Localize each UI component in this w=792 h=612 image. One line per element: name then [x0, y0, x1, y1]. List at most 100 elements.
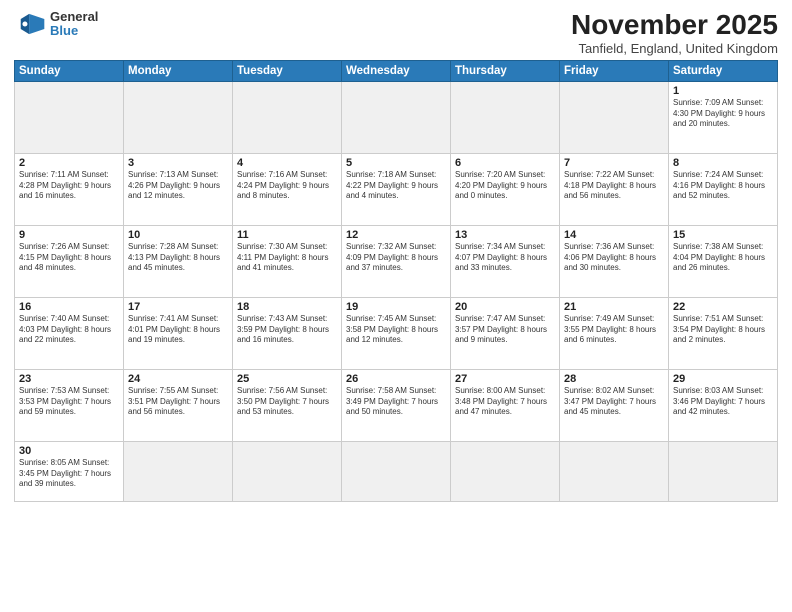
- calendar-week-5: 30Sunrise: 8:05 AM Sunset: 3:45 PM Dayli…: [15, 441, 778, 501]
- calendar-cell: 9Sunrise: 7:26 AM Sunset: 4:15 PM Daylig…: [15, 225, 124, 297]
- calendar-cell: [560, 441, 669, 501]
- day-info: Sunrise: 7:36 AM Sunset: 4:06 PM Dayligh…: [564, 242, 664, 274]
- col-monday: Monday: [124, 60, 233, 81]
- calendar-cell: [451, 81, 560, 153]
- logo-icon: [14, 10, 46, 38]
- day-info: Sunrise: 7:13 AM Sunset: 4:26 PM Dayligh…: [128, 170, 228, 202]
- day-number: 25: [237, 373, 337, 385]
- calendar-cell: [233, 441, 342, 501]
- day-info: Sunrise: 7:22 AM Sunset: 4:18 PM Dayligh…: [564, 170, 664, 202]
- col-thursday: Thursday: [451, 60, 560, 81]
- calendar-week-0: 1Sunrise: 7:09 AM Sunset: 4:30 PM Daylig…: [15, 81, 778, 153]
- calendar-week-3: 16Sunrise: 7:40 AM Sunset: 4:03 PM Dayli…: [15, 297, 778, 369]
- calendar-cell: 3Sunrise: 7:13 AM Sunset: 4:26 PM Daylig…: [124, 153, 233, 225]
- calendar-cell: [233, 81, 342, 153]
- calendar-cell: 14Sunrise: 7:36 AM Sunset: 4:06 PM Dayli…: [560, 225, 669, 297]
- col-friday: Friday: [560, 60, 669, 81]
- calendar-cell: 20Sunrise: 7:47 AM Sunset: 3:57 PM Dayli…: [451, 297, 560, 369]
- col-wednesday: Wednesday: [342, 60, 451, 81]
- day-info: Sunrise: 7:41 AM Sunset: 4:01 PM Dayligh…: [128, 314, 228, 346]
- calendar-cell: 26Sunrise: 7:58 AM Sunset: 3:49 PM Dayli…: [342, 369, 451, 441]
- day-number: 10: [128, 229, 228, 241]
- header: General Blue November 2025 Tanfield, Eng…: [14, 10, 778, 56]
- day-number: 19: [346, 301, 446, 313]
- logo-blue-text: Blue: [50, 24, 98, 38]
- calendar-cell: [124, 441, 233, 501]
- day-info: Sunrise: 8:03 AM Sunset: 3:46 PM Dayligh…: [673, 386, 773, 418]
- col-tuesday: Tuesday: [233, 60, 342, 81]
- day-info: Sunrise: 8:02 AM Sunset: 3:47 PM Dayligh…: [564, 386, 664, 418]
- calendar-cell: 19Sunrise: 7:45 AM Sunset: 3:58 PM Dayli…: [342, 297, 451, 369]
- day-info: Sunrise: 8:05 AM Sunset: 3:45 PM Dayligh…: [19, 458, 119, 490]
- logo: General Blue: [14, 10, 98, 39]
- calendar-cell: 10Sunrise: 7:28 AM Sunset: 4:13 PM Dayli…: [124, 225, 233, 297]
- month-title: November 2025: [571, 10, 778, 41]
- calendar-cell: [15, 81, 124, 153]
- day-info: Sunrise: 7:18 AM Sunset: 4:22 PM Dayligh…: [346, 170, 446, 202]
- calendar-cell: 27Sunrise: 8:00 AM Sunset: 3:48 PM Dayli…: [451, 369, 560, 441]
- day-number: 12: [346, 229, 446, 241]
- day-info: Sunrise: 8:00 AM Sunset: 3:48 PM Dayligh…: [455, 386, 555, 418]
- day-info: Sunrise: 7:11 AM Sunset: 4:28 PM Dayligh…: [19, 170, 119, 202]
- calendar-cell: 13Sunrise: 7:34 AM Sunset: 4:07 PM Dayli…: [451, 225, 560, 297]
- day-info: Sunrise: 7:38 AM Sunset: 4:04 PM Dayligh…: [673, 242, 773, 274]
- calendar-week-1: 2Sunrise: 7:11 AM Sunset: 4:28 PM Daylig…: [15, 153, 778, 225]
- calendar-cell: 23Sunrise: 7:53 AM Sunset: 3:53 PM Dayli…: [15, 369, 124, 441]
- day-number: 1: [673, 85, 773, 97]
- calendar-cell: 18Sunrise: 7:43 AM Sunset: 3:59 PM Dayli…: [233, 297, 342, 369]
- day-number: 27: [455, 373, 555, 385]
- calendar: Sunday Monday Tuesday Wednesday Thursday…: [14, 60, 778, 502]
- day-info: Sunrise: 7:28 AM Sunset: 4:13 PM Dayligh…: [128, 242, 228, 274]
- day-number: 6: [455, 157, 555, 169]
- calendar-cell: 6Sunrise: 7:20 AM Sunset: 4:20 PM Daylig…: [451, 153, 560, 225]
- col-sunday: Sunday: [15, 60, 124, 81]
- day-number: 24: [128, 373, 228, 385]
- day-number: 8: [673, 157, 773, 169]
- day-number: 17: [128, 301, 228, 313]
- calendar-cell: 7Sunrise: 7:22 AM Sunset: 4:18 PM Daylig…: [560, 153, 669, 225]
- location: Tanfield, England, United Kingdom: [571, 41, 778, 56]
- day-number: 28: [564, 373, 664, 385]
- day-number: 23: [19, 373, 119, 385]
- calendar-cell: [451, 441, 560, 501]
- calendar-body: 1Sunrise: 7:09 AM Sunset: 4:30 PM Daylig…: [15, 81, 778, 501]
- day-number: 15: [673, 229, 773, 241]
- day-number: 22: [673, 301, 773, 313]
- calendar-cell: 30Sunrise: 8:05 AM Sunset: 3:45 PM Dayli…: [15, 441, 124, 501]
- day-info: Sunrise: 7:47 AM Sunset: 3:57 PM Dayligh…: [455, 314, 555, 346]
- day-info: Sunrise: 7:43 AM Sunset: 3:59 PM Dayligh…: [237, 314, 337, 346]
- calendar-week-2: 9Sunrise: 7:26 AM Sunset: 4:15 PM Daylig…: [15, 225, 778, 297]
- day-number: 13: [455, 229, 555, 241]
- day-info: Sunrise: 7:40 AM Sunset: 4:03 PM Dayligh…: [19, 314, 119, 346]
- day-info: Sunrise: 7:30 AM Sunset: 4:11 PM Dayligh…: [237, 242, 337, 274]
- day-number: 14: [564, 229, 664, 241]
- day-info: Sunrise: 7:49 AM Sunset: 3:55 PM Dayligh…: [564, 314, 664, 346]
- calendar-cell: [342, 81, 451, 153]
- day-number: 29: [673, 373, 773, 385]
- calendar-cell: 24Sunrise: 7:55 AM Sunset: 3:51 PM Dayli…: [124, 369, 233, 441]
- calendar-cell: 21Sunrise: 7:49 AM Sunset: 3:55 PM Dayli…: [560, 297, 669, 369]
- calendar-cell: 17Sunrise: 7:41 AM Sunset: 4:01 PM Dayli…: [124, 297, 233, 369]
- calendar-cell: 22Sunrise: 7:51 AM Sunset: 3:54 PM Dayli…: [669, 297, 778, 369]
- logo-text: General Blue: [50, 10, 98, 39]
- day-number: 9: [19, 229, 119, 241]
- calendar-cell: 2Sunrise: 7:11 AM Sunset: 4:28 PM Daylig…: [15, 153, 124, 225]
- day-number: 20: [455, 301, 555, 313]
- day-number: 26: [346, 373, 446, 385]
- day-info: Sunrise: 7:32 AM Sunset: 4:09 PM Dayligh…: [346, 242, 446, 274]
- day-info: Sunrise: 7:45 AM Sunset: 3:58 PM Dayligh…: [346, 314, 446, 346]
- calendar-cell: 4Sunrise: 7:16 AM Sunset: 4:24 PM Daylig…: [233, 153, 342, 225]
- day-number: 5: [346, 157, 446, 169]
- day-info: Sunrise: 7:16 AM Sunset: 4:24 PM Dayligh…: [237, 170, 337, 202]
- day-number: 16: [19, 301, 119, 313]
- calendar-cell: 8Sunrise: 7:24 AM Sunset: 4:16 PM Daylig…: [669, 153, 778, 225]
- day-number: 2: [19, 157, 119, 169]
- day-info: Sunrise: 7:53 AM Sunset: 3:53 PM Dayligh…: [19, 386, 119, 418]
- calendar-week-4: 23Sunrise: 7:53 AM Sunset: 3:53 PM Dayli…: [15, 369, 778, 441]
- day-info: Sunrise: 7:55 AM Sunset: 3:51 PM Dayligh…: [128, 386, 228, 418]
- day-info: Sunrise: 7:24 AM Sunset: 4:16 PM Dayligh…: [673, 170, 773, 202]
- day-number: 21: [564, 301, 664, 313]
- calendar-cell: 12Sunrise: 7:32 AM Sunset: 4:09 PM Dayli…: [342, 225, 451, 297]
- day-number: 7: [564, 157, 664, 169]
- calendar-cell: 5Sunrise: 7:18 AM Sunset: 4:22 PM Daylig…: [342, 153, 451, 225]
